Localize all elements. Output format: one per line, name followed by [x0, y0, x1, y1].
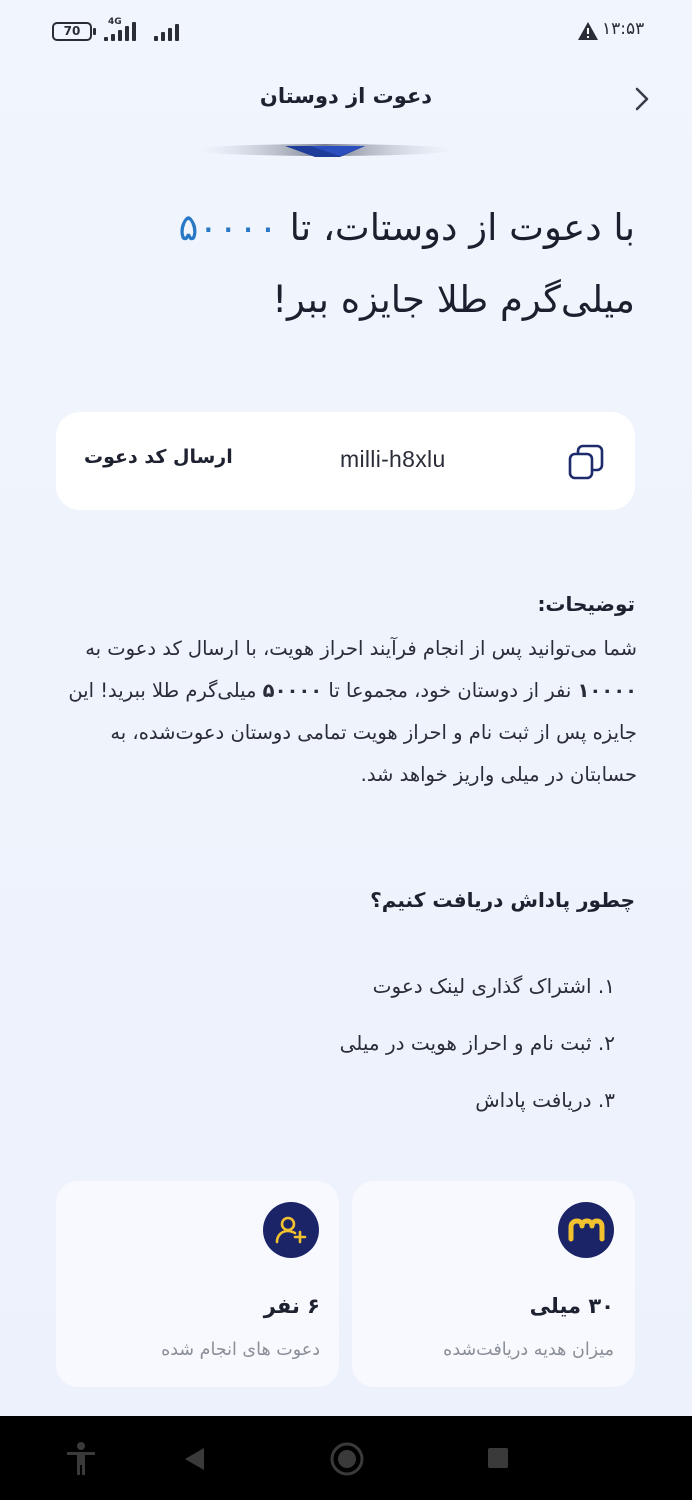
back-chevron-icon[interactable]: [626, 82, 658, 116]
description-amount: ۵۰۰۰۰: [262, 679, 323, 702]
invites-count-label: دعوت های انجام شده: [161, 1340, 320, 1360]
reward-amount-label: میزان هدیه دریافت‌شده: [443, 1340, 614, 1360]
description-invite-count: ۱۰۰۰۰: [577, 679, 637, 702]
status-bar: 70 4G ۱۳:۵۳: [0, 0, 692, 62]
clock: ۱۳:۵۳: [602, 19, 645, 39]
headline-amount: ۵۰۰۰۰: [178, 206, 278, 249]
description-title: توضیحات:: [537, 592, 635, 616]
headline-text-start: با دعوت از دوستات، تا: [277, 206, 635, 249]
send-invite-code-button[interactable]: ارسال کد دعوت: [84, 446, 233, 468]
accessibility-icon[interactable]: [64, 1441, 98, 1477]
warning-icon: [578, 22, 598, 40]
headline-text-end: میلی‌گرم طلا جایزه ببر!: [272, 278, 635, 321]
how-title: چطور پاداش دریافت کنیم؟: [370, 888, 635, 912]
invites-count-value: ۶ نفر: [263, 1294, 320, 1318]
headline: با دعوت از دوستات، تا ۵۰۰۰۰ میلی‌گرم طلا…: [60, 192, 635, 336]
steps-list: ۱. اشتراک گذاری لینک دعوت ۲. ثبت نام و ا…: [60, 958, 615, 1129]
page-title: دعوت از دوستان: [259, 84, 433, 108]
battery-indicator: 70: [52, 22, 96, 41]
add-user-icon: [263, 1202, 319, 1258]
reward-amount-value: ۳۰ میلی: [529, 1294, 614, 1318]
back-triangle-icon[interactable]: [182, 1446, 206, 1472]
step-item: ۲. ثبت نام و احراز هویت در میلی: [339, 1031, 615, 1055]
step-item: ۳. دریافت پاداش: [475, 1088, 615, 1112]
milli-coin-icon: [558, 1202, 614, 1258]
description-text-1: شما می‌توانید پس از انجام فرآیند احراز ه…: [85, 637, 637, 660]
signal-icon: [104, 22, 136, 41]
step-item: ۱. اشتراک گذاری لینک دعوت: [372, 974, 615, 998]
copy-icon[interactable]: [566, 442, 606, 482]
invite-friends-screen: 70 4G ۱۳:۵۳ دعوت از دوستان با دعوت از دو…: [0, 0, 692, 1500]
recents-square-icon[interactable]: [487, 1447, 509, 1469]
signal-icon-sim2: [154, 22, 179, 41]
invite-code: milli-h8xlu: [340, 446, 446, 472]
hero-illustration: [195, 144, 455, 157]
description-body: شما می‌توانید پس از انجام فرآیند احراز ه…: [60, 628, 637, 796]
system-nav-bar: [0, 1416, 692, 1500]
home-circle-icon[interactable]: [329, 1441, 365, 1477]
description-text-2: نفر از دوستان خود، مجموعا تا: [322, 679, 578, 702]
